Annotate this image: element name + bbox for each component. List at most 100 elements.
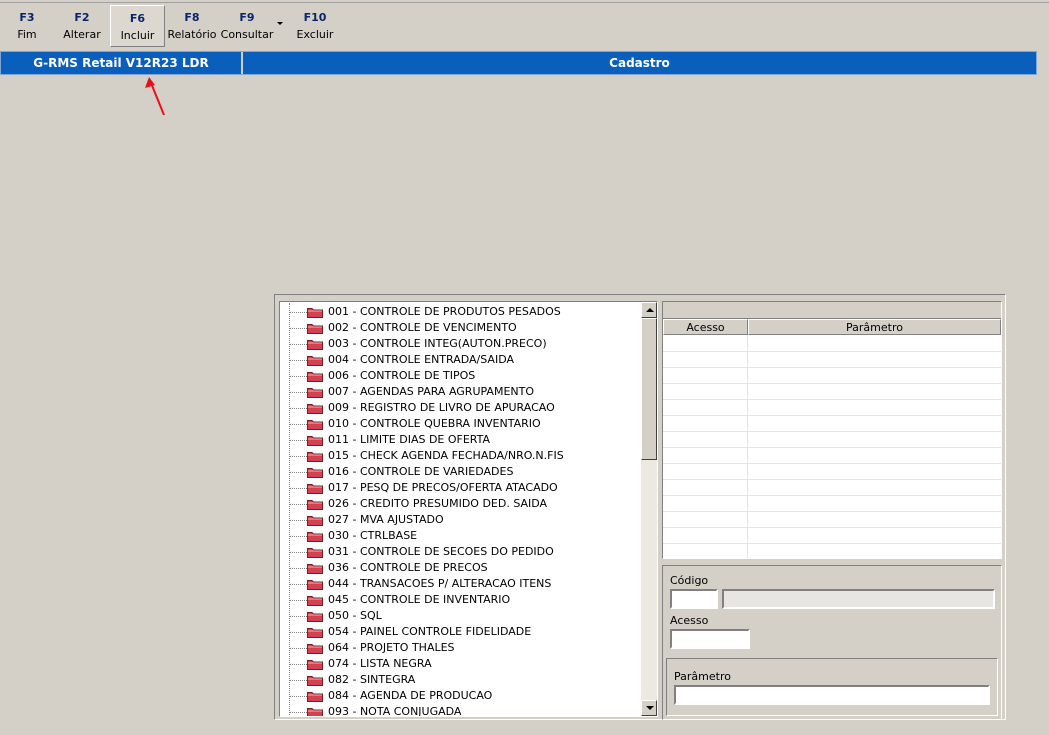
scroll-down-button[interactable]	[641, 700, 657, 716]
toolbar-button-incluir[interactable]: F6 Incluir	[110, 5, 165, 47]
tree-connector	[290, 408, 307, 409]
tree-item[interactable]: 009 - REGISTRO DE LIVRO DE APURACAO	[280, 400, 640, 416]
access-grid[interactable]: Acesso Parâmetro	[662, 301, 1002, 559]
scroll-thumb[interactable]	[641, 318, 657, 460]
column-header-parametro[interactable]: Parâmetro	[748, 319, 1001, 335]
tree-item[interactable]: 015 - CHECK AGENDA FECHADA/NRO.N.FIS	[280, 448, 640, 464]
grid-row[interactable]	[663, 527, 1001, 528]
scroll-up-button[interactable]	[641, 302, 657, 318]
tree-item-label: 001 - CONTROLE DE PRODUTOS PESADOS	[328, 305, 561, 318]
tree-item[interactable]: 082 - SINTEGRA	[280, 672, 640, 688]
tree-item[interactable]: 093 - NOTA CONJUGADA	[280, 704, 640, 717]
tree-item[interactable]: 027 - MVA AJUSTADO	[280, 512, 640, 528]
tree-item[interactable]: 031 - CONTROLE DE SECOES DO PEDIDO	[280, 544, 640, 560]
toolbar-label-consultar: Consultar	[220, 28, 274, 41]
tree-connector	[290, 440, 307, 441]
folder-icon	[307, 580, 323, 590]
tree-item-label: 064 - PROJETO THALES	[328, 641, 455, 654]
tree-item[interactable]: 045 - CONTROLE DE INVENTARIO	[280, 592, 640, 608]
tree-connector	[290, 648, 307, 649]
toolbar-key-f3: F3	[19, 11, 35, 24]
tree-item-label: 015 - CHECK AGENDA FECHADA/NRO.N.FIS	[328, 449, 564, 462]
toolbar-button-alterar[interactable]: F2 Alterar	[58, 5, 106, 47]
tree-item[interactable]: 017 - PESQ DE PRECOS/OFERTA ATACADO	[280, 480, 640, 496]
consultar-dropdown-icon[interactable]	[277, 22, 283, 25]
tree-item[interactable]: 030 - CTRLBASE	[280, 528, 640, 544]
grid-row[interactable]	[663, 367, 1001, 368]
tree-item[interactable]: 001 - CONTROLE DE PRODUTOS PESADOS	[280, 304, 640, 320]
tree-item[interactable]: 036 - CONTROLE DE PRECOS	[280, 560, 640, 576]
toolbar-button-relatorio[interactable]: F8 Relatório	[166, 5, 218, 47]
tree-item-label: 036 - CONTROLE DE PRECOS	[328, 561, 488, 574]
folder-icon	[307, 452, 323, 462]
folder-icon	[307, 564, 323, 574]
tree-item[interactable]: 003 - CONTROLE INTEG(AUTON.PRECO)	[280, 336, 640, 352]
tree-item-label: 017 - PESQ DE PRECOS/OFERTA ATACADO	[328, 481, 558, 494]
tree-item[interactable]: 010 - CONTROLE QUEBRA INVENTARIO	[280, 416, 640, 432]
tree-item[interactable]: 064 - PROJETO THALES	[280, 640, 640, 656]
folder-icon	[307, 676, 323, 686]
tree-item[interactable]: 011 - LIMITE DIAS DE OFERTA	[280, 432, 640, 448]
tree-item[interactable]: 044 - TRANSACOES P/ ALTERACAO ITENS	[280, 576, 640, 592]
grid-row[interactable]	[663, 479, 1001, 480]
folder-icon	[307, 548, 323, 558]
app-title: G-RMS Retail V12R23 LDR	[33, 56, 209, 70]
grid-row[interactable]	[663, 399, 1001, 400]
folder-icon	[307, 308, 323, 318]
tree-connector	[290, 456, 307, 457]
tree-item[interactable]: 007 - AGENDAS PARA AGRUPAMENTO	[280, 384, 640, 400]
grid-row[interactable]	[663, 383, 1001, 384]
tree-connector	[290, 712, 307, 713]
tree-item-label: 010 - CONTROLE QUEBRA INVENTARIO	[328, 417, 541, 430]
tree-item[interactable]: 054 - PAINEL CONTROLE FIDELIDADE	[280, 624, 640, 640]
annotation-arrow-icon	[145, 77, 165, 116]
folder-icon	[307, 484, 323, 494]
parametro-input[interactable]	[674, 685, 990, 705]
folder-icon	[307, 596, 323, 606]
grid-row[interactable]	[663, 495, 1001, 496]
toolbar-key-f6: F6	[129, 12, 146, 25]
tree-item[interactable]: 016 - CONTROLE DE VARIEDADES	[280, 464, 640, 480]
toolbar-button-consultar[interactable]: F9 Consultar	[220, 5, 274, 47]
tree-item[interactable]: 084 - AGENDA DE PRODUCAO	[280, 688, 640, 704]
grid-row[interactable]	[663, 543, 1001, 544]
folder-icon	[307, 404, 323, 414]
tree-item-label: 084 - AGENDA DE PRODUCAO	[328, 689, 493, 702]
tree-scrollbar[interactable]	[641, 302, 657, 716]
toolbar-button-excluir[interactable]: F10 Excluir	[292, 5, 338, 47]
folder-icon	[307, 612, 323, 622]
acesso-input[interactable]	[670, 629, 750, 649]
parametro-label: Parâmetro	[674, 670, 731, 683]
toolbar-button-fim[interactable]: F3 Fim	[6, 5, 48, 47]
tree-connector	[290, 344, 307, 345]
parameter-tree[interactable]: 001 - CONTROLE DE PRODUTOS PESADOS 002 - …	[279, 301, 658, 717]
tree-item-label: 050 - SQL	[328, 609, 382, 622]
tree-item-label: 044 - TRANSACOES P/ ALTERACAO ITENS	[328, 577, 552, 590]
tree-connector	[290, 376, 307, 377]
tree-item[interactable]: 050 - SQL	[280, 608, 640, 624]
grid-row[interactable]	[663, 447, 1001, 448]
codigo-input[interactable]	[670, 589, 718, 609]
folder-icon	[307, 516, 323, 526]
column-header-acesso[interactable]: Acesso	[663, 319, 748, 335]
grid-row[interactable]	[663, 415, 1001, 416]
tree-item[interactable]: 004 - CONTROLE ENTRADA/SAIDA	[280, 352, 640, 368]
grid-row[interactable]	[663, 511, 1001, 512]
tree-item-label: 007 - AGENDAS PARA AGRUPAMENTO	[328, 385, 534, 398]
toolbar-key-f10: F10	[303, 11, 327, 24]
folder-icon	[307, 436, 323, 446]
tree-item[interactable]: 002 - CONTROLE DE VENCIMENTO	[280, 320, 640, 336]
tree-item-label: 030 - CTRLBASE	[328, 529, 418, 542]
grid-row[interactable]	[663, 463, 1001, 464]
grid-row[interactable]	[663, 351, 1001, 352]
tree-item[interactable]: 026 - CREDITO PRESUMIDO DED. SAIDA	[280, 496, 640, 512]
tree-item[interactable]: 074 - LISTA NEGRA	[280, 656, 640, 672]
tree-item-label: 027 - MVA AJUSTADO	[328, 513, 444, 526]
tree-item[interactable]: 006 - CONTROLE DE TIPOS	[280, 368, 640, 384]
toolbar-label-relatorio: Relatório	[167, 28, 217, 41]
acesso-label: Acesso	[670, 614, 709, 627]
grid-row[interactable]	[663, 431, 1001, 432]
tree-item-label: 004 - CONTROLE ENTRADA/SAIDA	[328, 353, 515, 366]
tree-item-label: 074 - LISTA NEGRA	[328, 657, 432, 670]
tree-item-label: 093 - NOTA CONJUGADA	[328, 705, 462, 717]
